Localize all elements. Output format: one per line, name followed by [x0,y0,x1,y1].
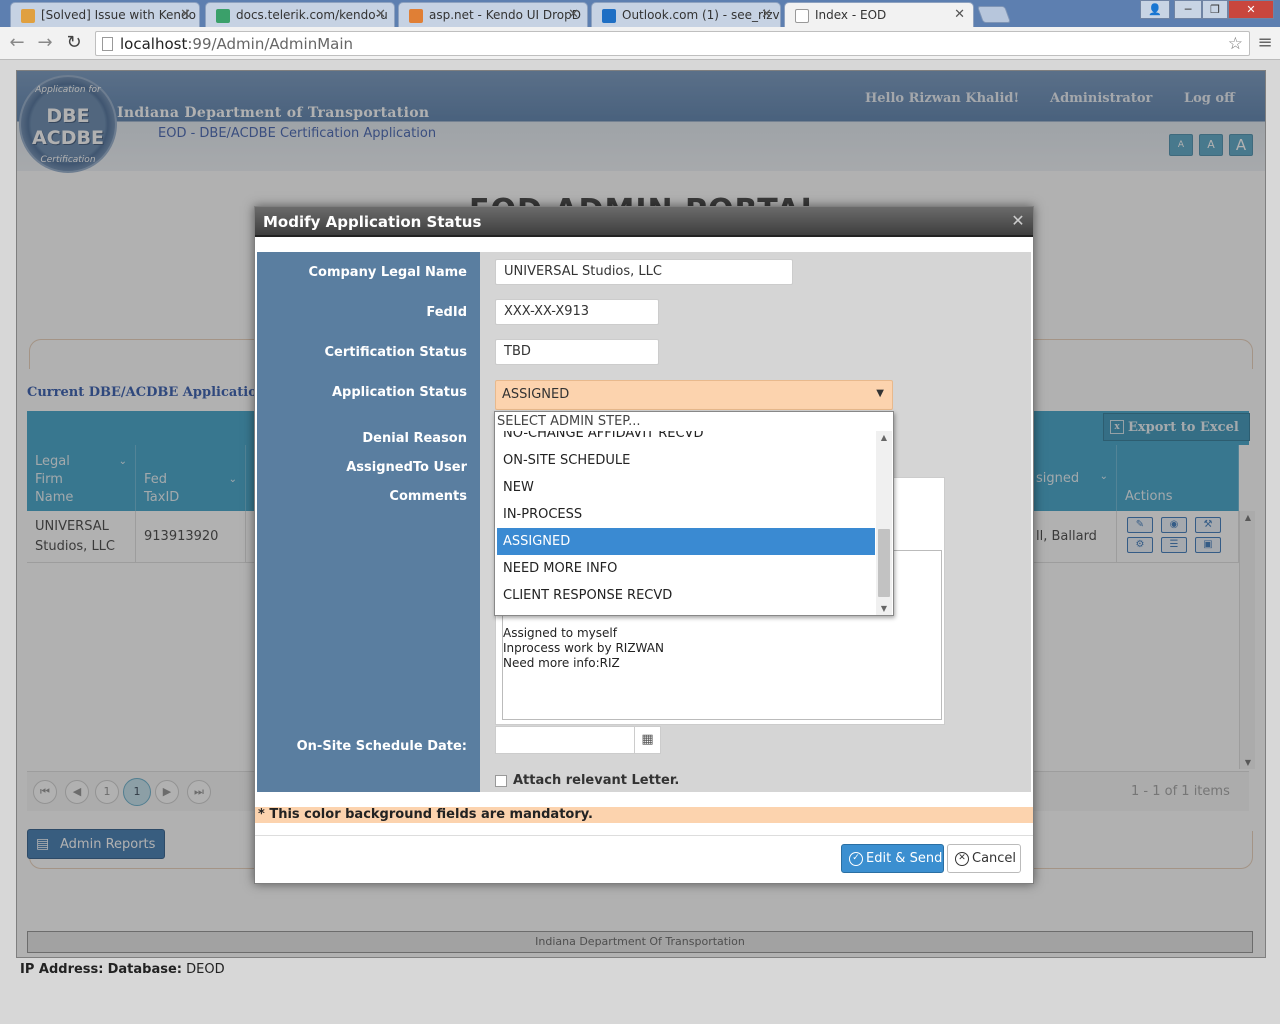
back-button[interactable]: ← [6,33,28,55]
list-item-need-more-info[interactable]: NEED MORE INFO [497,555,875,582]
tab-title: Outlook.com (1) - see_rizv [622,8,780,22]
browser-tab-5[interactable]: Index - EOD ✕ [784,2,974,28]
database-label: Database: [107,962,182,977]
profile-button[interactable]: 👤 [1140,0,1170,19]
attach-letter-checkbox[interactable] [495,774,507,787]
cancel-button[interactable]: ✕ Cancel [947,844,1021,873]
chevron-down-icon[interactable]: ▼ [876,388,884,399]
list-item-onsite-schedule[interactable]: ON-SITE SCHEDULE [497,447,875,474]
label-assigned-to-user: AssignedTo User [346,460,467,475]
calendar-icon[interactable]: ▦ [634,727,660,753]
label-company-legal-name: Company Legal Name [308,265,467,280]
application-status-dropdown[interactable]: ASSIGNED ▼ [495,380,893,410]
label-fedid: FedId [426,305,467,320]
forward-button[interactable]: → [34,33,56,55]
tab-close-icon[interactable]: ✕ [568,7,579,22]
tab-close-icon[interactable]: ✕ [954,7,965,22]
address-bar[interactable]: localhost:99/Admin/AdminMain ☆ [95,31,1250,56]
list-item-new[interactable]: NEW [497,474,875,501]
menu-icon[interactable]: ≡ [1254,33,1276,55]
bookmark-star-icon[interactable]: ☆ [1228,34,1243,54]
attach-letter-option[interactable]: Attach relevant Letter. [495,773,679,788]
browser-tab-1[interactable]: [Solved] Issue with Kendo ✕ [10,2,200,27]
tab-close-icon[interactable]: ✕ [761,7,772,22]
onsite-date-picker[interactable]: ▦ [495,726,661,754]
page-icon [102,37,113,51]
browser-tab-4[interactable]: Outlook.com (1) - see_rizv ✕ [591,2,781,27]
database-value: DEOD [186,962,225,977]
close-window-button[interactable]: ✕ [1228,0,1274,19]
browser-tab-3[interactable]: asp.net - Kendo UI DropD ✕ [398,2,588,27]
tab-title: docs.telerik.com/kendo-u [236,8,388,22]
list-item-client-response[interactable]: CLIENT RESPONSE RECVD [497,582,875,609]
minimize-icon: ─ [1184,3,1192,16]
browser-tab-strip: [Solved] Issue with Kendo ✕ docs.telerik… [0,0,1280,28]
label-denial-reason: Denial Reason [362,431,467,446]
attach-letter-label: Attach relevant Letter. [513,773,680,788]
tab-close-icon[interactable]: ✕ [180,7,191,22]
scrollbar-thumb[interactable] [878,529,890,597]
new-tab-button[interactable] [976,6,1012,23]
browser-tab-2[interactable]: docs.telerik.com/kendo-u ✕ [205,2,395,27]
url-host: localhost [120,35,188,53]
list-item-in-process[interactable]: IN-PROCESS [497,501,875,528]
minimize-button[interactable]: ─ [1174,0,1202,19]
stackoverflow-favicon-icon [409,9,423,23]
mandatory-note: * This color background fields are manda… [255,807,1033,823]
list-item-no-change-affidavit[interactable]: NO-CHANGE AFFIDAVIT RECVD [497,431,875,447]
fedid-field[interactable]: XXX-XX-X913 [495,299,659,325]
edit-send-button[interactable]: ✓ Edit & Send [841,844,944,873]
maximize-icon: ❐ [1210,3,1220,16]
application-status-value: ASSIGNED [502,387,570,402]
label-comments: Comments [389,489,467,504]
edit-send-label: Edit & Send [866,851,943,866]
listbox-items: NO-CHANGE AFFIDAVIT RECVD ON-SITE SCHEDU… [495,431,877,615]
cancel-label: Cancel [972,851,1017,866]
close-icon: ✕ [1246,3,1256,16]
label-column: Company Legal Name FedId Certification S… [257,252,480,792]
footer-divider [255,835,1033,836]
user-icon: 👤 [1148,3,1162,16]
cancel-circle-icon: ✕ [955,852,969,866]
maximize-button[interactable]: ❐ [1202,0,1228,19]
reload-button[interactable]: ↻ [63,33,85,55]
check-circle-icon: ✓ [849,852,863,866]
url-path: :99/Admin/AdminMain [187,35,354,53]
list-item-assigned[interactable]: ASSIGNED [497,528,875,555]
dialog-close-icon[interactable]: ✕ [1009,212,1027,230]
browser-toolbar: ← → ↻ localhost:99/Admin/AdminMain ☆ ≡ [0,27,1280,60]
tab-title: Index - EOD [815,8,887,22]
outlook-favicon-icon [602,9,616,23]
scroll-down-icon[interactable]: ▼ [876,604,892,613]
ip-label: IP Address: [20,962,104,977]
forum-favicon-icon [21,9,35,23]
ip-database-line: IP Address: Database: DEOD [20,962,225,977]
page-favicon-icon [795,9,809,23]
telerik-favicon-icon [216,9,230,23]
dialog-title: Modify Application Status [255,207,1033,237]
company-legal-name-field[interactable]: UNIVERSAL Studios, LLC [495,259,793,285]
label-onsite-date: On-Site Schedule Date: [296,739,467,754]
scroll-up-icon[interactable]: ▲ [876,433,892,442]
label-certification-status: Certification Status [324,345,468,360]
tab-title: [Solved] Issue with Kendo [41,8,196,22]
application-status-listbox: SELECT ADMIN STEP... NO-CHANGE AFFIDAVIT… [494,411,894,616]
label-application-status: Application Status [331,385,467,400]
tab-close-icon[interactable]: ✕ [375,7,386,22]
comments-text: Assigned to myself Inprocess work by RIZ… [503,626,664,670]
certification-status-field[interactable]: TBD [495,339,659,365]
tab-title: asp.net - Kendo UI DropD [429,8,581,22]
listbox-scrollbar[interactable]: ▲ ▼ [876,431,892,615]
option-label[interactable]: SELECT ADMIN STEP... [495,412,893,431]
